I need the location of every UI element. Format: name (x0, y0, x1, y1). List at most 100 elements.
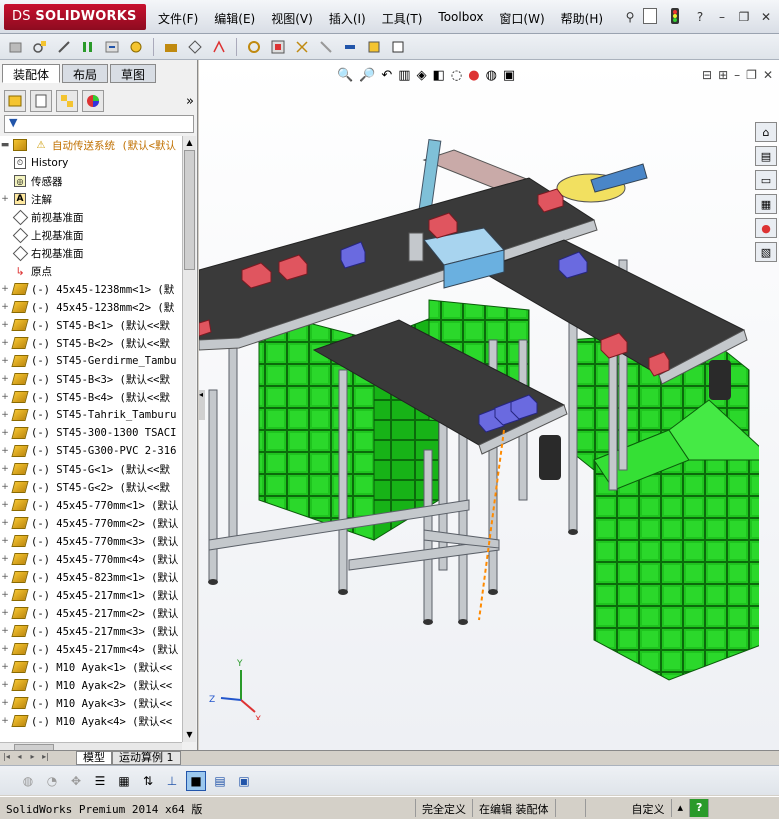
help-button[interactable]: ? (691, 8, 709, 26)
tree-item[interactable]: + (-) ST45-G<1> (默认<<默 (0, 460, 182, 478)
tree-item[interactable]: ↳ 原点 (0, 262, 182, 280)
interference-detection-icon[interactable] (316, 37, 336, 57)
bill-of-materials-icon[interactable] (244, 37, 264, 57)
expand-icon[interactable]: + (0, 356, 10, 366)
assembly-model[interactable]: Y X Z (199, 100, 759, 720)
property-manager-tab[interactable] (30, 90, 52, 112)
menu-item-5[interactable]: Toolbox (430, 8, 491, 28)
viewport-minimize-icon[interactable]: – (734, 68, 740, 82)
collapse-icon[interactable]: ▬ (0, 140, 10, 150)
last-tab-icon[interactable]: ▸| (39, 752, 52, 764)
tree-item[interactable]: + (-) 45x45-770mm<1> (默认 (0, 496, 182, 514)
tree-item[interactable]: + (-) M10 Ayak<2> (默认<< (0, 676, 182, 694)
drive-motor-left[interactable] (539, 435, 561, 480)
edit-appearance-icon[interactable]: ● (468, 68, 479, 83)
list-icon[interactable]: ☰ (90, 771, 110, 791)
explode-line-sketch-icon[interactable] (292, 37, 312, 57)
expand-icon[interactable]: + (0, 482, 10, 492)
tree-item[interactable]: + (-) 45x45-770mm<4> (默认 (0, 550, 182, 568)
expand-icon[interactable]: + (0, 338, 10, 348)
expand-icon[interactable]: + (0, 392, 10, 402)
expand-icon[interactable]: + (0, 680, 10, 690)
new-motion-study-icon[interactable] (209, 37, 229, 57)
first-tab-icon[interactable]: |◂ (0, 752, 13, 764)
tree-item[interactable]: + A 注解 (0, 190, 182, 208)
expand-icon[interactable]: + (0, 284, 10, 294)
expand-icon[interactable]: + (0, 608, 10, 618)
prev-tab-icon[interactable]: ◂ (13, 752, 26, 764)
expand-icon[interactable]: + (0, 662, 10, 672)
split-vertical-icon[interactable]: ⊞ (718, 68, 728, 82)
expand-icon[interactable]: + (0, 518, 10, 528)
expand-icon[interactable]: + (0, 644, 10, 654)
tree-item[interactable]: 右视基准面 (0, 244, 182, 262)
menu-item-6[interactable]: 窗口(W) (491, 8, 552, 28)
pin-icon[interactable]: ⚲ (621, 8, 639, 26)
menu-item-7[interactable]: 帮助(H) (553, 8, 611, 28)
menu-item-0[interactable]: 文件(F) (150, 8, 206, 28)
view-3d-icon[interactable]: ◍ (18, 771, 38, 791)
tree-item[interactable]: ◎ 传感器 (0, 172, 182, 190)
tree-item[interactable]: ⏲ History (0, 154, 182, 172)
tree-item[interactable]: + (-) 45x45-217mm<4> (默认 (0, 640, 182, 658)
expand-icon[interactable]: + (0, 374, 10, 384)
restore-button[interactable]: ❐ (735, 8, 753, 26)
previous-view-icon[interactable]: ↶ (381, 68, 392, 83)
tree-item[interactable]: + (-) ST45-B<2> (默认<<默 (0, 334, 182, 352)
tree-item[interactable]: + (-) ST45-B<3> (默认<<默 (0, 370, 182, 388)
status-units-arrow[interactable]: ▴ (672, 799, 691, 817)
move-component-icon[interactable] (102, 37, 122, 57)
tree-item[interactable]: + (-) 45x45-823mm<1> (默认 (0, 568, 182, 586)
tree-item[interactable]: + (-) ST45-G<2> (默认<<默 (0, 478, 182, 496)
tree-item[interactable]: + (-) ST45-G300-PVC 2-316 (0, 442, 182, 460)
expand-icon[interactable]: + (0, 464, 10, 474)
display-style-icon[interactable]: ◧ (433, 68, 445, 83)
tree-item[interactable]: 前视基准面 (0, 208, 182, 226)
reference-geometry-icon[interactable] (185, 37, 205, 57)
next-tab-icon[interactable]: ▸ (26, 752, 39, 764)
expand-icon[interactable]: + (0, 572, 10, 582)
status-units[interactable]: 自定义 (586, 799, 672, 817)
tree-item[interactable]: + (-) M10 Ayak<1> (默认<< (0, 658, 182, 676)
tree-item[interactable]: + (-) M10 Ayak<4> (默认<< (0, 712, 182, 730)
grid-icon[interactable]: ▦ (114, 771, 134, 791)
expand-icon[interactable]: + (0, 410, 10, 420)
scroll-thumb[interactable] (184, 150, 195, 270)
tree-item[interactable]: + (-) ST45-B<1> (默认<<默 (0, 316, 182, 334)
assembly-features-icon[interactable] (161, 37, 181, 57)
view-orientation-icon[interactable]: ◈ (417, 68, 427, 83)
view-pan-icon[interactable]: ✥ (66, 771, 86, 791)
display-shaded-icon[interactable]: ■ (186, 770, 206, 791)
expand-icon[interactable]: + (0, 428, 10, 438)
configuration-manager-tab[interactable] (56, 90, 78, 112)
expand-icon[interactable]: + (0, 446, 10, 456)
sort-icon[interactable]: ⇅ (138, 771, 158, 791)
tree-item[interactable]: + (-) ST45-Gerdirme_Tambu (0, 352, 182, 370)
tree-item[interactable]: + (-) 45x45-217mm<1> (默认 (0, 586, 182, 604)
pneumatic-cylinder[interactable] (418, 138, 442, 212)
expand-icon[interactable]: + (0, 716, 10, 726)
hide-show-items-icon[interactable]: ◌ (451, 68, 462, 83)
viewport-close-icon[interactable]: ✕ (763, 68, 773, 82)
linear-pattern-icon[interactable] (54, 37, 74, 57)
drive-motor-right[interactable] (709, 360, 731, 400)
expand-icon[interactable]: + (0, 554, 10, 564)
instant3d-icon[interactable] (388, 37, 408, 57)
tree-item[interactable]: + (-) ST45-300-1300 TSACI (0, 424, 182, 442)
menu-item-2[interactable]: 视图(V) (263, 8, 321, 28)
tree-item[interactable]: + (-) 45x45-770mm<2> (默认 (0, 514, 182, 532)
solidworks-logo[interactable]: DS SOLIDWORKS (4, 4, 146, 30)
section-view-icon[interactable]: ▥ (398, 68, 410, 83)
hole-alignment-icon[interactable] (364, 37, 384, 57)
split-horizontal-icon[interactable]: ⊟ (702, 68, 712, 82)
zoom-to-fit-icon[interactable]: 🔍 (337, 68, 353, 83)
panel-tab-2[interactable]: 草图 (110, 64, 157, 83)
clearance-verification-icon[interactable] (340, 37, 360, 57)
graphics-viewport[interactable]: 🔍 🔎 ↶ ▥ ◈ ◧ ◌ ● ◍ ▣ ⊟ ⊞ – ❐ ✕ ⌂ ▤ ▭ ▦ ● … (199, 60, 779, 750)
expand-icon[interactable]: + (0, 626, 10, 636)
tree-item[interactable]: + (-) ST45-B<4> (默认<<默 (0, 388, 182, 406)
display-manager-tab[interactable] (82, 90, 104, 112)
menu-item-3[interactable]: 插入(I) (321, 8, 374, 28)
status-help-button[interactable]: ? (690, 799, 710, 817)
expand-icon[interactable]: + (0, 536, 10, 546)
